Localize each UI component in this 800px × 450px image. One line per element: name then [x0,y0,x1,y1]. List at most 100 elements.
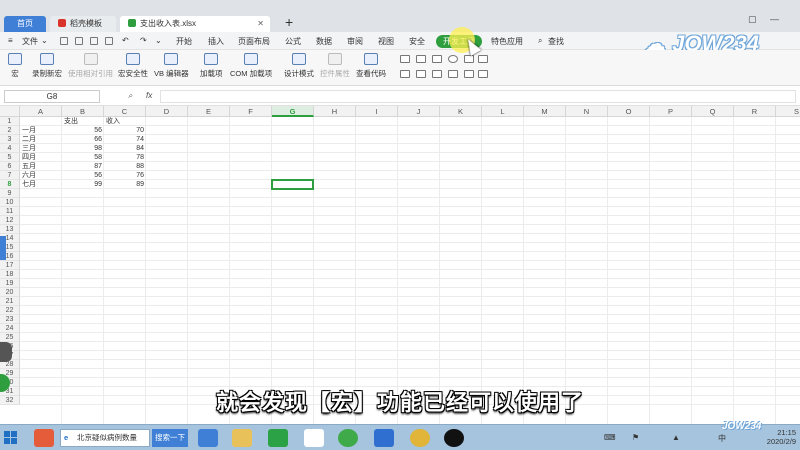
column-header[interactable]: F [230,106,272,117]
column-header[interactable]: S [776,106,800,117]
row-header[interactable]: 13 [0,225,20,234]
keyboard-icon[interactable]: ⌨ [604,433,616,442]
ime-indicator[interactable]: 中 [718,433,726,444]
taskbar-app-icon[interactable] [34,429,54,447]
hamburger-menu-icon[interactable]: ≡ [8,36,13,45]
tray-flag-icon[interactable]: ⚑ [632,433,639,442]
chevron-down-icon[interactable]: ⌄ [41,36,48,45]
table-cell[interactable]: 二月 [20,135,62,144]
windows-start-icon[interactable] [4,431,18,445]
table-cell[interactable]: 四月 [20,153,62,162]
column-header[interactable]: B [62,106,104,117]
row-header[interactable]: 17 [0,261,20,270]
ie-browser-icon[interactable] [198,429,218,447]
zoom-icon[interactable]: ⌕ [128,91,132,101]
table-cell[interactable]: 70 [104,126,146,135]
name-box[interactable]: G8 [4,90,100,103]
side-float-button[interactable] [0,342,12,362]
table-cell[interactable]: 98 [62,144,104,153]
menu-file[interactable]: 文件 [22,36,38,47]
view-code-button[interactable]: 查看代码 [356,53,386,79]
row-header[interactable]: 8 [0,180,20,189]
taskbar-search-button[interactable]: 搜索一下 [152,429,188,447]
column-header[interactable]: H [314,106,356,117]
menu-security[interactable]: 安全 [409,36,425,47]
menu-view[interactable]: 视图 [378,36,394,47]
customize-icon[interactable]: ⌄ [155,36,162,45]
listbox-control-icon[interactable] [400,70,410,78]
left-dock-tab[interactable] [0,236,6,260]
table-cell[interactable]: 七月 [20,180,62,189]
minimize-window-icon[interactable]: — [770,14,779,24]
table-cell[interactable]: 58 [62,153,104,162]
table-cell[interactable]: 56 [62,171,104,180]
taskbar-ie-window[interactable]: e 北京疑似病例数量 [60,429,150,447]
addins-button[interactable]: 加载项 [200,53,223,79]
column-header[interactable]: M [524,106,566,117]
print-icon[interactable] [90,37,98,45]
select-all-corner[interactable] [0,106,20,117]
menu-formula[interactable]: 公式 [285,36,301,47]
row-header[interactable]: 20 [0,288,20,297]
column-header[interactable]: O [608,106,650,117]
row-header[interactable]: 4 [0,144,20,153]
column-header[interactable]: C [104,106,146,117]
export-icon[interactable] [75,37,83,45]
textbox-control-icon[interactable] [432,55,442,63]
menu-data[interactable]: 数据 [316,36,332,47]
row-header[interactable]: 5 [0,153,20,162]
column-header[interactable]: K [440,106,482,117]
column-header[interactable]: A [20,106,62,117]
column-header[interactable]: G [272,106,314,117]
table-cell[interactable]: 六月 [20,171,62,180]
column-header[interactable]: R [734,106,776,117]
com-addins-button[interactable]: COM 加载项 [230,53,272,79]
control-properties-button[interactable]: 控件属性 [320,53,350,79]
cloud-app-icon[interactable] [304,429,324,447]
column-header[interactable]: L [482,106,524,117]
table-cell[interactable]: 支出 [62,117,104,126]
save-icon[interactable] [60,37,68,45]
recorder-icon[interactable] [444,429,464,447]
row-header[interactable]: 3 [0,135,20,144]
table-cell[interactable]: 84 [104,144,146,153]
macro-security-button[interactable]: 宏安全性 [118,53,148,79]
active-cell-selection[interactable] [271,179,314,190]
table-cell[interactable]: 88 [104,162,146,171]
column-header[interactable]: Q [692,106,734,117]
menu-start[interactable]: 开始 [176,36,192,47]
row-header[interactable]: 1 [0,117,20,126]
design-mode-button[interactable]: 设计模式 [284,53,314,79]
checkbox-control-icon[interactable] [400,55,410,63]
column-header[interactable]: D [146,106,188,117]
menu-insert[interactable]: 插入 [208,36,224,47]
tab-template[interactable]: 稻壳模板 [50,16,116,32]
file-explorer-icon[interactable] [232,429,252,447]
table-cell[interactable]: 87 [62,162,104,171]
table-cell[interactable]: 56 [62,126,104,135]
search-icon[interactable]: ⌕ [538,36,542,46]
table-cell[interactable]: 89 [104,180,146,189]
table-cell[interactable]: 76 [104,171,146,180]
spreadsheet-grid[interactable]: A B C D E F G H I J K L M N O P Q R S 1 2 3 4 5 6 7 8 9 10 11 12 13 14 15… [0,106,800,424]
menu-featured[interactable]: 特色应用 [491,36,523,47]
tray-network-icon[interactable]: ▲ [672,433,680,442]
store-icon[interactable] [268,429,288,447]
table-cell[interactable]: 66 [62,135,104,144]
table-cell[interactable]: 收入 [104,117,146,126]
column-header[interactable]: N [566,106,608,117]
combobox-control-icon[interactable] [416,70,426,78]
relative-reference-button[interactable]: 使用相对引用 [68,53,113,79]
row-header[interactable]: 2 [0,126,20,135]
scrollbar-control-icon[interactable] [464,70,474,78]
undo-icon[interactable]: ↶ [122,36,129,45]
close-tab-icon[interactable]: ✕ [257,16,264,32]
more-controls-icon[interactable] [478,70,488,78]
row-header[interactable]: 12 [0,216,20,225]
table-cell[interactable]: 74 [104,135,146,144]
column-header[interactable]: I [356,106,398,117]
new-tab-icon[interactable]: + [285,14,293,30]
label-control-icon[interactable] [464,55,474,63]
row-header[interactable]: 21 [0,297,20,306]
image-control-icon[interactable] [478,55,488,63]
